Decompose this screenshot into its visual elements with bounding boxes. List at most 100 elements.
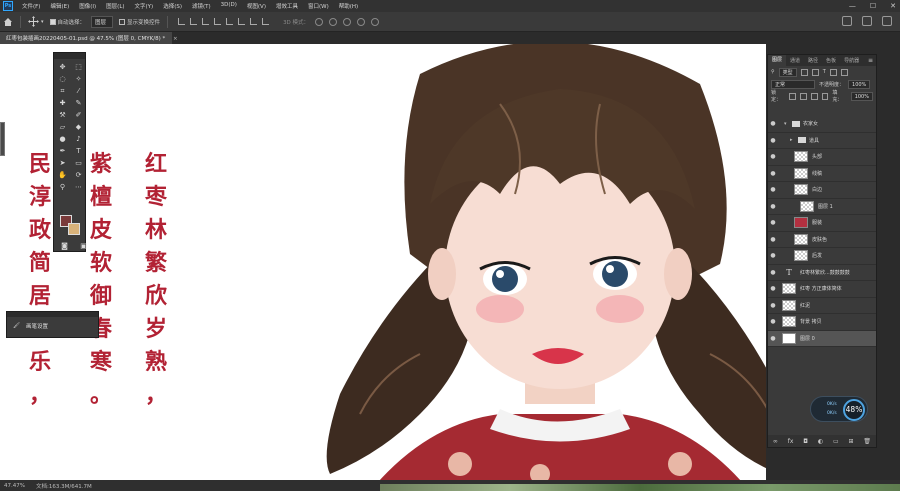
align-top-icon[interactable] (214, 18, 222, 25)
marquee-tool-icon[interactable]: ⬚ (72, 62, 85, 72)
filter-smart-icon[interactable] (840, 68, 848, 76)
home-icon[interactable] (3, 17, 13, 27)
layer-row[interactable]: ● ▸ 道具 (768, 133, 876, 149)
maximize-button[interactable]: ☐ (870, 2, 876, 10)
filter-adjust-icon[interactable] (811, 68, 819, 76)
3d-rotate-icon[interactable] (315, 17, 324, 26)
close-window-button[interactable]: ✕ (890, 2, 896, 10)
visibility-eye-icon[interactable]: ● (768, 137, 778, 144)
crop-tool-icon[interactable]: ⌗ (56, 86, 69, 96)
layer-row[interactable]: ● 背景 拷贝 (768, 314, 876, 331)
add-mask-icon[interactable]: ◘ (803, 438, 808, 445)
menu-item[interactable]: 编辑(E) (45, 2, 74, 10)
lasso-tool-icon[interactable]: ◌ (56, 74, 69, 84)
move-tool-icon[interactable]: ✥ (56, 62, 69, 72)
3d-roll-icon[interactable] (329, 17, 338, 26)
show-transform-checkbox[interactable]: 显示变换控件 (119, 18, 160, 26)
layer-row[interactable]: ● 图层 1 (768, 199, 876, 215)
path-select-icon[interactable]: ➤ (56, 158, 69, 168)
layer-row[interactable]: ● 图层 0 (768, 330, 876, 347)
visibility-eye-icon[interactable]: ● (768, 120, 778, 127)
collapsed-panel-tab[interactable] (0, 122, 5, 156)
visibility-eye-icon[interactable]: ● (768, 170, 778, 177)
paint-bucket-icon[interactable]: ◆ (72, 122, 85, 132)
lock-position-icon[interactable] (810, 92, 818, 100)
align-center-icon[interactable] (190, 18, 198, 25)
history-brush-icon[interactable]: ✐ (72, 110, 85, 120)
menu-item[interactable]: 窗口(W) (303, 2, 334, 10)
auto-select-checkbox[interactable]: 自动选择： (49, 18, 85, 26)
menu-item[interactable]: 3D(D) (216, 2, 242, 10)
visibility-eye-icon[interactable]: ● (768, 335, 778, 342)
filter-type-icon[interactable]: T (823, 69, 826, 75)
expand-chevron-icon[interactable]: ▾ (784, 121, 789, 127)
menu-item[interactable]: 图像(I) (74, 2, 101, 10)
filter-shape-icon[interactable] (829, 68, 837, 76)
layer-row[interactable]: ● 后发 (768, 248, 876, 265)
visibility-eye-icon[interactable]: ● (768, 269, 778, 276)
document-tab[interactable]: 红枣包装插画20220405-01.psd @ 47.5% (图层 0, CMY… (0, 32, 178, 44)
move-tool-icon[interactable]: ▾ (28, 16, 44, 27)
layer-row[interactable]: ● 线稿 (768, 166, 876, 182)
align-middle-icon[interactable] (226, 18, 234, 25)
tab-panel-1[interactable]: 通道 (786, 57, 804, 64)
type-tool-icon[interactable]: T (72, 146, 85, 156)
align-bottom-icon[interactable] (238, 18, 246, 25)
visibility-eye-icon[interactable]: ● (768, 302, 778, 309)
menu-item[interactable]: 增效工具 (271, 2, 303, 10)
brush-settings-button[interactable]: 🖌 画笔设置 (7, 317, 98, 335)
layer-row[interactable]: ● 服装 (768, 215, 876, 232)
zoom-level[interactable]: 47.47% (0, 483, 30, 489)
zoom-tool-icon[interactable]: ⚲ (56, 182, 69, 192)
visibility-eye-icon[interactable]: ● (768, 186, 778, 193)
expand-chevron-icon[interactable]: ▸ (790, 137, 795, 143)
visibility-eye-icon[interactable]: ● (768, 153, 778, 160)
filter-pixel-icon[interactable] (800, 68, 808, 76)
search-icon[interactable] (842, 16, 852, 26)
link-layers-icon[interactable]: ∞ (773, 438, 778, 445)
layer-row[interactable]: ● ▾ 农家女 (768, 116, 876, 133)
lock-all-icon[interactable] (821, 92, 829, 100)
menu-item[interactable]: 选择(S) (158, 2, 187, 10)
layer-row[interactable]: ● 红枣 方正康体简体 (768, 281, 876, 298)
3d-scale-icon[interactable] (371, 17, 380, 26)
tab-panel-2[interactable]: 路径 (804, 57, 822, 64)
screen-mode-icon[interactable]: ▣ (77, 241, 90, 251)
shape-tool-icon[interactable]: ▭ (72, 158, 85, 168)
layer-filter-dropdown[interactable]: 类型 (778, 67, 797, 77)
background-color-swatch[interactable] (68, 223, 80, 235)
visibility-eye-icon[interactable]: ● (768, 318, 778, 325)
tab-panel-3[interactable]: 色板 (822, 57, 840, 64)
visibility-eye-icon[interactable]: ● (768, 252, 778, 259)
fill-input[interactable]: 100% (850, 91, 873, 101)
align-left-icon[interactable] (178, 18, 186, 25)
layer-row[interactable]: ● 头部 (768, 149, 876, 166)
rotate-view-icon[interactable]: ⟳ (72, 170, 85, 180)
visibility-eye-icon[interactable]: ● (768, 219, 778, 226)
eraser-tool-icon[interactable]: ▱ (56, 122, 69, 132)
more-tools-icon[interactable]: ⋯ (72, 182, 85, 192)
opacity-input[interactable]: 100% (848, 79, 871, 89)
hand-tool-icon[interactable]: ✋ (56, 170, 69, 180)
network-monitor-widget[interactable]: 0K/s 0K/s 48% (810, 396, 868, 422)
magic-wand-icon[interactable]: ✧ (72, 74, 85, 84)
fx-icon[interactable]: fx (788, 438, 794, 445)
close-tab-icon[interactable]: × (173, 36, 178, 42)
menu-item[interactable]: 帮助(H) (334, 2, 363, 10)
layer-row[interactable]: ● T 红枣林繁欣...鼓鼓鼓鼓 (768, 265, 876, 281)
lock-transparent-icon[interactable] (789, 92, 797, 100)
document-canvas[interactable]: 红枣林繁欣岁熟， 紫檀皮软御春寒。 民淳政简居乐， (0, 44, 766, 480)
menu-item[interactable]: 滤镜(T) (187, 2, 216, 10)
visibility-eye-icon[interactable]: ● (768, 285, 778, 292)
tab-panel-4[interactable]: 导航器 (840, 57, 863, 64)
blend-mode-dropdown[interactable]: 正常 (771, 79, 815, 89)
auto-select-dropdown[interactable]: 图层 (91, 15, 114, 28)
adjustment-icon[interactable]: ◐ (818, 438, 823, 445)
menu-item[interactable]: 图层(L) (101, 2, 129, 10)
layer-row[interactable]: ● 皮肤色 (768, 232, 876, 248)
menu-item[interactable]: 视图(V) (242, 2, 271, 10)
share-icon[interactable] (882, 16, 892, 26)
lock-pixels-icon[interactable] (800, 92, 807, 100)
workspace-icon[interactable] (862, 16, 872, 26)
menu-item[interactable]: 文字(Y) (130, 2, 159, 10)
